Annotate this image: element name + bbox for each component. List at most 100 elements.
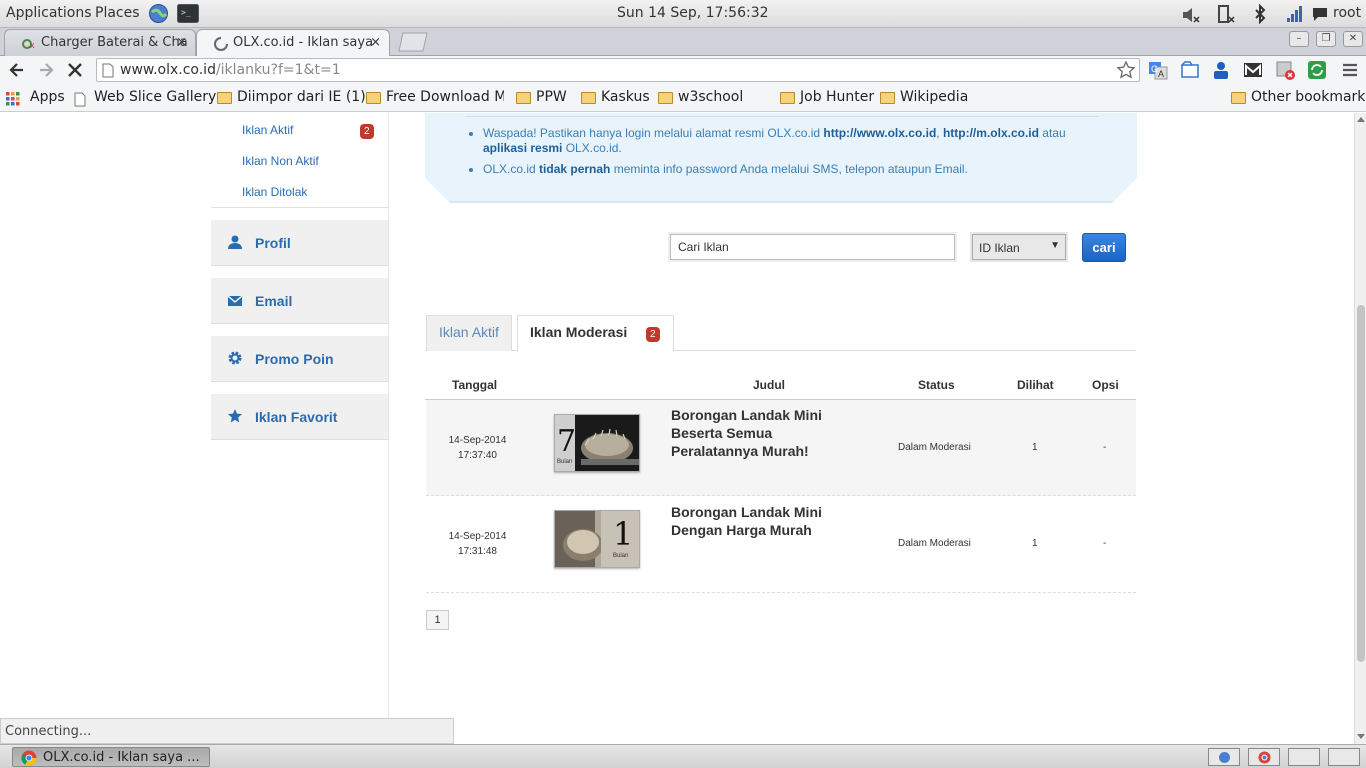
gmail-extension-icon[interactable]	[1243, 60, 1263, 80]
workspace-4[interactable]	[1328, 748, 1360, 766]
volume-muted-icon[interactable]	[1180, 4, 1200, 24]
blocker-extension-icon[interactable]	[1275, 60, 1295, 80]
thumb-number: 7	[557, 424, 576, 459]
tab-iklan-aktif[interactable]: Iklan Aktif	[426, 315, 512, 351]
ad-title-link[interactable]: Borongan Landak Mini Beserta Semua Peral…	[671, 406, 846, 460]
divider	[211, 207, 388, 208]
tab-iklan-moderasi[interactable]: Iklan Moderasi 2	[517, 315, 674, 352]
tab-label: Iklan Moderasi	[530, 324, 628, 340]
tab-charger-baterai[interactable]: x Charger Baterai & Cha ×	[4, 29, 196, 56]
chat-status-icon[interactable]	[1311, 4, 1331, 24]
address-bar[interactable]: www.olx.co.id/iklanku?f=1&t=1	[96, 58, 1140, 82]
svg-text:x: x	[30, 40, 35, 50]
tab-close-icon[interactable]: ×	[176, 35, 187, 50]
notice-item-password: OLX.co.id tidak pernah meminta info pass…	[483, 162, 1093, 177]
column-header-tanggal: Tanggal	[452, 378, 498, 392]
column-header-dilihat: Dilihat	[1017, 378, 1054, 392]
bookmark-apps[interactable]: Apps	[6, 89, 65, 106]
sidebar-button-label: Profil	[255, 235, 291, 251]
ad-options: -	[1103, 442, 1107, 453]
pagination-page-1[interactable]: 1	[426, 610, 449, 630]
sidebar-button-email[interactable]: Email	[211, 278, 388, 324]
translate-extension-icon[interactable]: GA	[1148, 60, 1168, 80]
sidebar-button-label: Promo Poin	[255, 351, 334, 367]
minimize-button[interactable]: –	[1289, 31, 1309, 47]
taskbar-window-button[interactable]: OLX.co.id - Iklan saya ...	[12, 747, 210, 767]
notice-link-mobile[interactable]: http://m.olx.co.id	[943, 126, 1039, 140]
sidebar-item-iklan-non-aktif[interactable]: Iklan Non Aktif	[242, 154, 319, 168]
web-browser-launcher-icon[interactable]	[148, 3, 169, 24]
ad-title-link[interactable]: Borongan Landak Mini Dengan Harga Murah	[671, 503, 846, 539]
panel-clock[interactable]: Sun 14 Sep, 17:56:32	[617, 5, 769, 21]
loading-spinner-icon	[214, 37, 228, 51]
ad-status: Dalam Moderasi	[898, 538, 971, 549]
folder-extension-icon[interactable]	[1180, 60, 1200, 80]
divider	[465, 116, 1099, 117]
bookmark-label: Free Download MF	[386, 89, 504, 105]
close-window-button[interactable]: ✕	[1343, 31, 1363, 47]
notice-corner-folds	[425, 178, 1137, 204]
bookmark-w3school[interactable]: w3school	[658, 89, 743, 105]
back-arrow-icon[interactable]	[7, 60, 27, 80]
sidebar-item-iklan-ditolak[interactable]: Iklan Ditolak	[242, 185, 307, 199]
sidebar-button-promo-poin[interactable]: Promo Poin	[211, 336, 388, 382]
bookmark-label: Job Hunter	[800, 89, 875, 105]
search-input[interactable]: Cari Iklan	[670, 234, 955, 260]
forward-arrow-icon[interactable]	[36, 60, 56, 80]
user-menu[interactable]: root	[1333, 5, 1361, 21]
workspace-2[interactable]	[1248, 748, 1280, 766]
workspace-1[interactable]	[1208, 748, 1240, 766]
new-tab-button[interactable]	[394, 31, 428, 53]
ad-status: Dalam Moderasi	[898, 442, 971, 453]
sync-extension-icon[interactable]	[1307, 60, 1327, 80]
network-status-icon[interactable]	[1216, 4, 1236, 24]
bluetooth-icon[interactable]	[1250, 4, 1270, 24]
workspace-3[interactable]	[1288, 748, 1320, 766]
maximize-button[interactable]: ❐	[1316, 31, 1336, 47]
tab-olx-iklan-saya[interactable]: OLX.co.id - Iklan saya ×	[196, 29, 390, 57]
terminal-launcher-icon[interactable]: >_	[177, 4, 199, 23]
bookmark-wikipedia[interactable]: Wikipedia	[880, 89, 968, 105]
bookmark-label: Other bookmarks	[1251, 89, 1366, 105]
signal-strength-icon[interactable]	[1285, 4, 1305, 24]
places-menu[interactable]: Places	[95, 5, 140, 21]
url-host: www.olx.co.id	[120, 62, 216, 78]
search-button[interactable]: cari	[1082, 233, 1126, 262]
bookmark-job-hunter[interactable]: Job Hunter	[780, 89, 874, 105]
bookmark-other-bookmarks[interactable]: Other bookmarks	[1231, 89, 1366, 105]
time-value: 17:37:40	[458, 450, 497, 461]
sidebar-item-iklan-aktif[interactable]: Iklan Aktif	[242, 123, 293, 137]
ad-thumbnail[interactable]: 1 Bulan	[554, 510, 640, 568]
scroll-up-arrow-icon[interactable]	[1356, 115, 1366, 123]
moderasi-count-badge: 2	[646, 327, 660, 342]
ad-views: 1	[1032, 442, 1038, 453]
page-icon	[102, 63, 114, 78]
sidebar-button-iklan-favorit[interactable]: Iklan Favorit	[211, 394, 388, 440]
notice-text: Waspada! Pastikan hanya login melalui al…	[483, 126, 824, 140]
folder-icon	[217, 92, 232, 104]
ad-thumbnail[interactable]: 7 Bulan	[554, 414, 640, 472]
notice-link-www[interactable]: http://www.olx.co.id	[823, 126, 936, 140]
bookmark-kaskus[interactable]: Kaskus	[581, 89, 650, 105]
notice-text: OLX.co.id	[483, 162, 540, 176]
chrome-window-icon	[1258, 751, 1271, 764]
dropdown-arrow-icon: ▼	[1050, 240, 1060, 251]
applications-menu[interactable]: Applications	[6, 5, 92, 21]
bookmark-web-slice-gallery[interactable]: Web Slice Gallery	[74, 89, 216, 107]
tab-close-icon[interactable]: ×	[370, 35, 381, 50]
scrollbar-thumb[interactable]	[1357, 305, 1365, 662]
search-type-select[interactable]: ID Iklan ▼	[972, 234, 1066, 260]
scroll-down-arrow-icon[interactable]	[1356, 733, 1366, 741]
bookmark-diimpor-dari-ie[interactable]: Diimpor dari IE (1)	[217, 89, 366, 105]
user-extension-icon[interactable]	[1211, 60, 1231, 80]
sidebar-button-profil[interactable]: Profil	[211, 220, 388, 266]
vertical-scrollbar[interactable]	[1354, 113, 1366, 744]
bookmark-label: PPW	[536, 89, 567, 105]
sidebar: Iklan Aktif 2 Iklan Non Aktif Iklan Dito…	[0, 113, 389, 743]
bookmark-star-icon[interactable]	[1116, 60, 1136, 80]
bookmark-ppw[interactable]: PPW	[516, 89, 567, 105]
bookmark-free-download[interactable]: Free Download MF	[366, 89, 504, 105]
stop-loading-icon[interactable]	[65, 60, 85, 80]
system-top-panel: Applications Places >_ Sun 14 Sep, 17:56…	[0, 0, 1366, 28]
menu-icon[interactable]	[1340, 60, 1360, 80]
